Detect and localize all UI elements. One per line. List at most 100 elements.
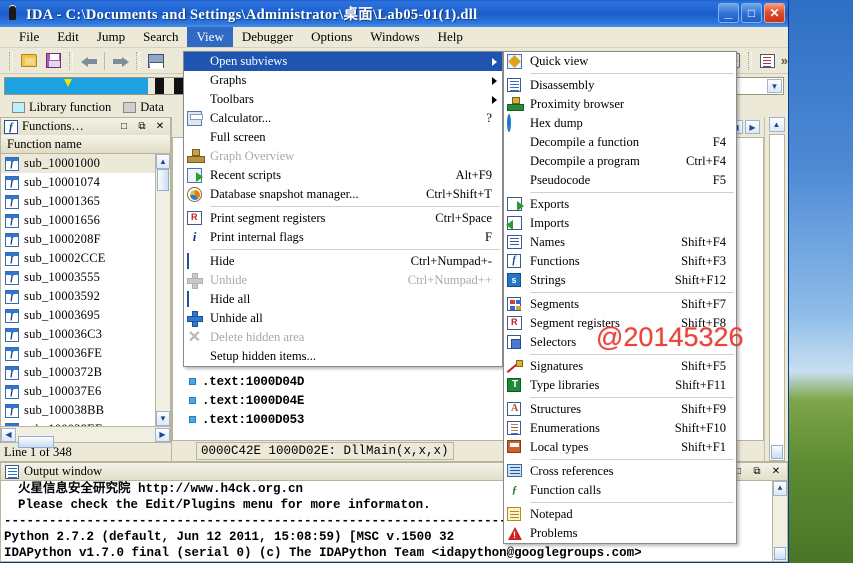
list-item[interactable]: f sub_10003695 — [1, 306, 170, 325]
menu-item-setup-hidden-items[interactable]: Setup hidden items... — [184, 347, 502, 366]
menu-item-functions[interactable]: f Functions Shift+F3 — [504, 252, 736, 271]
menu-item-decompile-a-program[interactable]: Decompile a program Ctrl+F4 — [504, 152, 736, 171]
menu-item-hex-dump[interactable]: Hex dump — [504, 113, 736, 133]
menubar-item-jump[interactable]: Jump — [88, 27, 134, 47]
menu-item-hide[interactable]: Hide Ctrl+Numpad+- — [184, 252, 502, 271]
menu-item-quick-view[interactable]: Quick view — [504, 52, 736, 71]
forward-arrow-icon[interactable] — [109, 50, 131, 71]
menu-item-names[interactable]: Names Shift+F4 — [504, 233, 736, 252]
menubar-item-search[interactable]: Search — [134, 27, 187, 47]
functions-restore-button[interactable]: □ — [117, 120, 131, 133]
output-vertical-scrollbar[interactable]: ▲ — [772, 481, 787, 561]
menu-item-cross-references[interactable]: Cross references — [504, 462, 736, 481]
list-item[interactable]: f sub_100038BB — [1, 401, 170, 420]
menubar-item-options[interactable]: Options — [302, 27, 361, 47]
menu-item-toolbars[interactable]: Toolbars — [184, 90, 502, 109]
output-close-button[interactable]: ✕ — [769, 465, 783, 478]
menu-item-structures[interactable]: Structures Shift+F9 — [504, 400, 736, 419]
menu-item-proximity-browser[interactable]: Proximity browser — [504, 95, 736, 114]
menu-item-exports[interactable]: Exports — [504, 195, 736, 214]
right-scroll-up-icon[interactable]: ▲ — [768, 117, 785, 132]
scroll-down-icon[interactable]: ▼ — [156, 411, 170, 426]
right-scroll-thumb[interactable] — [770, 445, 783, 459]
menubar-item-view[interactable]: View — [187, 27, 233, 47]
menu-item-full-screen[interactable]: Full screen — [184, 128, 502, 147]
list-icon[interactable] — [757, 50, 779, 71]
menu-item-selectors[interactable]: Selectors — [504, 333, 736, 352]
close-button[interactable]: ✕ — [764, 3, 785, 23]
menu-item-function-calls[interactable]: ƒ Function calls — [504, 481, 736, 500]
menu-item-hide-all[interactable]: Hide all — [184, 290, 502, 309]
menu-item-decompile-a-function[interactable]: Decompile a function F4 — [504, 133, 736, 152]
list-item[interactable]: f sub_100038EE — [1, 420, 170, 426]
scroll-left-icon[interactable]: ◀ — [1, 427, 16, 442]
tab-scroll-right-icon[interactable]: ▶ — [745, 120, 760, 134]
functions-list[interactable]: f sub_10001000 f sub_10001074 f sub_1000136… — [0, 154, 171, 427]
functions-maximize-button[interactable]: ⧉ — [135, 120, 149, 133]
menu-item-strings[interactable]: s Strings Shift+F12 — [504, 271, 736, 290]
right-scrollbar[interactable] — [768, 134, 785, 461]
toolbar-overflow-button[interactable]: » — [781, 53, 788, 68]
menu-separator — [530, 192, 734, 193]
back-arrow-icon[interactable] — [78, 50, 100, 71]
list-item[interactable]: f sub_100037E6 — [1, 382, 170, 401]
scroll-up-icon[interactable]: ▲ — [156, 154, 170, 169]
list-item[interactable]: f sub_10003592 — [1, 287, 170, 306]
menu-item-problems[interactable]: Problems — [504, 524, 736, 543]
menubar-item-file[interactable]: File — [10, 27, 48, 47]
chevron-down-icon[interactable]: ▼ — [767, 79, 782, 93]
scroll-thumb[interactable] — [157, 169, 169, 191]
menu-item-type-libraries[interactable]: Type libraries Shift+F11 — [504, 376, 736, 395]
list-item[interactable]: f sub_10001074 — [1, 173, 170, 192]
output-maximize-button[interactable]: ⧉ — [750, 465, 764, 478]
minimize-button[interactable]: _ — [718, 3, 739, 23]
menu-item-graphs[interactable]: Graphs — [184, 71, 502, 90]
list-item[interactable]: f sub_10001656 — [1, 211, 170, 230]
menu-item-unhide-all[interactable]: Unhide all — [184, 309, 502, 328]
output-scroll-thumb[interactable] — [774, 547, 786, 560]
functions-close-button[interactable]: ✕ — [153, 120, 167, 133]
menu-item-calculator[interactable]: Calculator... ? — [184, 109, 502, 128]
toolbar-grip-4[interactable] — [747, 51, 752, 70]
open-folder-icon[interactable] — [18, 50, 40, 71]
binary-search-icon[interactable] — [145, 50, 167, 71]
menubar-item-windows[interactable]: Windows — [361, 27, 428, 47]
functions-vertical-scrollbar[interactable]: ▲ ▼ — [155, 154, 170, 426]
menu-item-enumerations[interactable]: Enumerations Shift+F10 — [504, 419, 736, 438]
menu-item-disassembly[interactable]: Disassembly — [504, 76, 736, 95]
functions-column-header[interactable]: Function name — [0, 135, 171, 154]
list-item[interactable]: f sub_10001365 — [1, 192, 170, 211]
menu-item-print-internal-flags[interactable]: i Print internal flags F — [184, 228, 502, 247]
menu-item-segment-registers[interactable]: Segment registers Shift+F8 — [504, 314, 736, 333]
list-item[interactable]: f sub_10002CCE — [1, 249, 170, 268]
menubar-item-edit[interactable]: Edit — [48, 27, 88, 47]
maximize-button[interactable]: □ — [741, 3, 762, 23]
toolbar-grip[interactable] — [9, 51, 13, 70]
list-item[interactable]: f sub_10001000 — [1, 154, 170, 173]
menubar-item-help[interactable]: Help — [429, 27, 472, 47]
output-scroll-up-icon[interactable]: ▲ — [773, 481, 787, 496]
menu-item-open-subviews[interactable]: Open subviews — [184, 52, 502, 71]
menu-item-signatures[interactable]: Signatures Shift+F5 — [504, 357, 736, 376]
toolbar-grip-3[interactable] — [136, 51, 140, 70]
menubar-item-debugger[interactable]: Debugger — [233, 27, 302, 47]
menu-item-segments[interactable]: Segments Shift+F7 — [504, 295, 736, 314]
functions-horizontal-scrollbar[interactable]: ◀ ▶ — [0, 427, 171, 448]
list-item[interactable]: f sub_100036FE — [1, 344, 170, 363]
menu-item-notepad[interactable]: Notepad — [504, 505, 736, 524]
hide-icon — [187, 252, 189, 269]
menu-item-print-segment-registers[interactable]: Print segment registers Ctrl+Space — [184, 209, 502, 228]
menu-item-imports[interactable]: Imports — [504, 214, 736, 233]
toolbar-grip-2[interactable] — [69, 51, 73, 70]
save-icon[interactable] — [42, 50, 64, 71]
list-item[interactable]: f sub_10003555 — [1, 268, 170, 287]
hscroll-thumb[interactable] — [18, 435, 54, 448]
list-item[interactable]: f sub_100036C3 — [1, 325, 170, 344]
menu-item-database-snapshot-manager[interactable]: Database snapshot manager... Ctrl+Shift+… — [184, 185, 502, 204]
list-item[interactable]: f sub_1000372B — [1, 363, 170, 382]
menu-item-pseudocode[interactable]: Pseudocode F5 — [504, 171, 736, 190]
list-item[interactable]: f sub_1000208F — [1, 230, 170, 249]
menu-item-local-types[interactable]: Local types Shift+F1 — [504, 438, 736, 457]
scroll-right-icon[interactable]: ▶ — [155, 427, 170, 442]
menu-item-recent-scripts[interactable]: Recent scripts Alt+F9 — [184, 166, 502, 185]
